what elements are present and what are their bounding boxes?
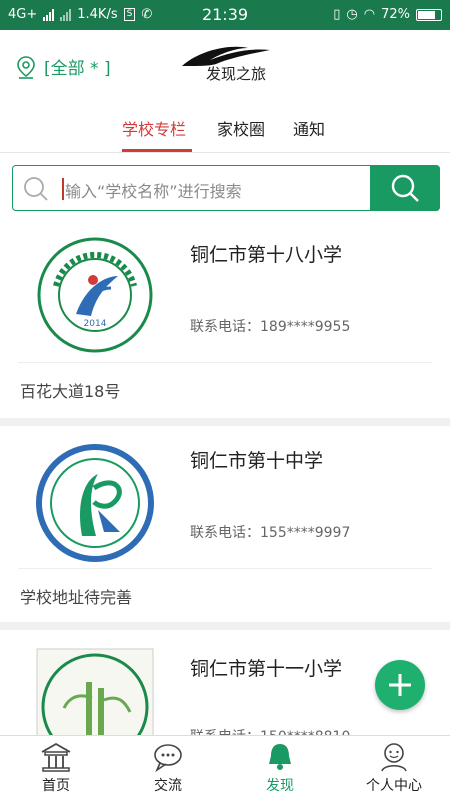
school-name: 铜仁市第十一小学 xyxy=(190,658,343,680)
tab-home-school-circle[interactable]: 家校圈 xyxy=(217,116,265,140)
school-card[interactable]: 2014 铜仁市第十八小学 联系电话：189****9955 百花大道18号 xyxy=(0,222,450,418)
bell-icon xyxy=(269,744,291,770)
nav-label: 交流 xyxy=(154,778,182,794)
search-button-icon xyxy=(391,174,419,202)
vibrate-icon: ▯ xyxy=(333,7,341,22)
text-cursor xyxy=(62,178,64,200)
search-icon xyxy=(24,177,48,201)
location-selector[interactable]: [全部 * ] xyxy=(16,54,111,79)
nav-profile[interactable]: 个人中心 xyxy=(338,742,450,795)
app-logo: 发现之旅 xyxy=(180,42,280,84)
search-button[interactable] xyxy=(370,165,440,211)
battery-icon xyxy=(416,8,442,21)
school-phone: 联系电话：150****8810 xyxy=(190,726,350,735)
school-logo-18th-primary: 2014 xyxy=(37,237,153,353)
bottom-navigation: 首页 交流 发现 个人中心 xyxy=(0,735,450,800)
school-phone: 联系电话：189****9955 xyxy=(190,319,351,335)
tab-school-column[interactable]: 学校专栏 xyxy=(122,116,186,140)
divider xyxy=(18,568,432,569)
school-address: 百花大道18号 xyxy=(20,382,121,401)
svg-text:2014: 2014 xyxy=(84,319,107,329)
battery-percent: 72% xyxy=(381,7,410,22)
logo-text: 发现之旅 xyxy=(206,65,267,83)
alarm-icon: ◷ xyxy=(346,7,358,22)
tab-notifications[interactable]: 通知 xyxy=(293,116,325,140)
search-box: 输入“学校名称”进行搜索 xyxy=(12,165,440,211)
school-logo-10th-middle xyxy=(36,444,154,562)
status-bar: 4G+ 1.4K/s S ✆ 21:39 ▯ ◷ ◠ 72% xyxy=(0,0,450,30)
school-name: 铜仁市第十八小学 xyxy=(190,244,343,266)
location-pin-icon xyxy=(17,55,35,79)
nav-label: 个人中心 xyxy=(366,778,422,794)
tab-bar: 学校专栏 家校圈 通知 xyxy=(0,112,450,152)
chat-icon xyxy=(154,744,182,772)
search-area: 输入“学校名称”进行搜索 xyxy=(0,152,450,222)
school-card[interactable]: 铜仁市第十中学 联系电话：155****9997 学校地址待完善 xyxy=(0,426,450,622)
wifi-icon: ◠ xyxy=(363,7,376,22)
nav-chat[interactable]: 交流 xyxy=(112,742,224,795)
location-label: [全部 * ] xyxy=(44,59,111,79)
search-input[interactable]: 输入“学校名称”进行搜索 xyxy=(65,178,242,202)
divider xyxy=(18,362,432,363)
nav-label: 发现 xyxy=(266,778,294,794)
add-button[interactable] xyxy=(375,660,425,710)
nav-discover[interactable]: 发现 xyxy=(224,742,336,795)
nav-label: 首页 xyxy=(42,778,70,794)
person-icon xyxy=(381,743,407,772)
school-name: 铜仁市第十中学 xyxy=(190,450,324,472)
school-phone: 联系电话：155****9997 xyxy=(190,525,351,541)
school-logo-11th-primary xyxy=(36,648,154,735)
app-header: [全部 * ] 发现之旅 学校专栏 家校圈 通知 xyxy=(0,30,450,152)
school-address: 学校地址待完善 xyxy=(20,588,133,607)
home-icon xyxy=(41,742,71,772)
nav-home[interactable]: 首页 xyxy=(0,742,112,795)
